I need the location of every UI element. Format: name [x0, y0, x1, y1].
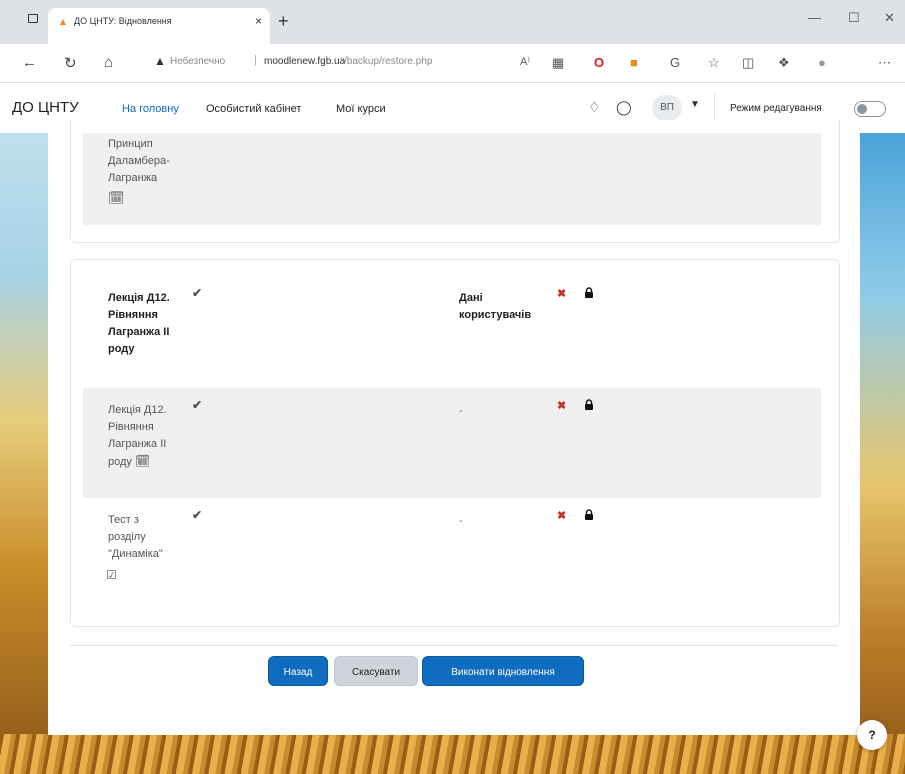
url-insecure-label: Небезпечно [170, 56, 226, 67]
label-line: розділу [108, 531, 146, 543]
site-brand[interactable]: ДО ЦНТУ [12, 99, 79, 116]
new-tab-icon[interactable]: + [278, 12, 289, 30]
chevron-down-icon[interactable]: ▼ [690, 99, 700, 110]
messages-icon[interactable]: ◯ [616, 99, 632, 116]
background-image-bottom [0, 734, 905, 774]
header-line: користувачів [459, 309, 532, 321]
previous-activity-label: Принцип Даламбера- Лагранжа [108, 136, 170, 187]
not-included-cross-icon: ✖ [557, 510, 567, 522]
warning-icon: ▲ [154, 54, 166, 68]
label-line: Даламбера- [108, 155, 170, 167]
user-data-value: - [459, 405, 463, 417]
background-image-right [860, 133, 905, 774]
lock-icon [585, 287, 593, 298]
browser-address-bar: ← ↻ ⌂ ▲ Небезпечно | moodlenew.fgb.ua /b… [0, 44, 905, 83]
section-card [70, 259, 840, 627]
maximize-icon[interactable]: ☐ [848, 10, 860, 26]
lesson-icon: 🗓 [108, 190, 125, 205]
back-button[interactable]: Назад [268, 656, 328, 686]
url-field[interactable]: ▲ Небезпечно | moodlenew.fgb.ua /backup/… [148, 50, 518, 76]
section-title: Лекція Д12. Рівняння Лагранжа II роду [108, 290, 170, 358]
header-line: Дані [459, 292, 483, 304]
user-data-value: - [459, 515, 463, 527]
app-available-icon[interactable]: ▦ [552, 55, 564, 71]
label-line: Рівняння [108, 421, 154, 433]
tab-title: ДО ЦНТУ: Відновлення [74, 16, 172, 26]
toggle-knob [857, 104, 867, 114]
refresh-icon[interactable]: ↻ [64, 54, 77, 72]
title-line: Рівняння [108, 309, 158, 321]
footer-divider [70, 645, 838, 646]
home-icon[interactable]: ⌂ [104, 54, 113, 71]
extensions-puzzle-icon[interactable]: ❖ [778, 55, 790, 71]
label-line: Тест з [108, 514, 139, 526]
notifications-bell-icon[interactable]: ♢ [588, 99, 601, 116]
included-check-icon[interactable]: ✔ [192, 286, 202, 300]
tab-close-icon[interactable]: × [255, 14, 262, 28]
collections-icon[interactable]: ◫ [742, 55, 754, 71]
grammar-extension-icon[interactable]: G [670, 55, 680, 70]
title-line: Лагранжа II [108, 326, 170, 338]
profile-icon[interactable]: ● [818, 55, 826, 70]
user-avatar[interactable]: ВП [652, 95, 682, 121]
perform-restore-button[interactable]: Виконати відновлення [422, 656, 584, 686]
browser-tab-bar: ▲ ДО ЦНТУ: Відновлення × + — ☐ ✕ [0, 0, 905, 44]
edit-mode-toggle[interactable] [854, 101, 886, 117]
extension-icon[interactable]: ■ [630, 55, 638, 70]
included-check-icon[interactable]: ✔ [192, 398, 202, 412]
nav-link-home[interactable]: На головну [122, 103, 179, 115]
previous-activity-row [83, 133, 821, 225]
lesson-icon: 🗓 [134, 454, 151, 468]
help-button[interactable]: ? [857, 720, 887, 750]
edit-mode-label: Режим редагування [730, 103, 822, 114]
browser-tab[interactable]: ▲ ДО ЦНТУ: Відновлення × [48, 8, 270, 44]
label-line: Принцип [108, 138, 153, 150]
label-line: "Динаміка" [108, 548, 163, 560]
lock-icon [585, 399, 593, 410]
lock-icon [585, 509, 593, 520]
more-menu-icon[interactable]: ⋯ [878, 55, 891, 71]
label-line: роду [108, 456, 132, 468]
nav-link-dashboard[interactable]: Особистий кабінет [206, 103, 301, 115]
not-included-cross-icon: ✖ [557, 288, 567, 300]
moodle-favicon-icon: ▲ [58, 17, 68, 28]
read-aloud-icon[interactable]: A⁾ [520, 55, 530, 68]
opera-extension-icon[interactable]: O [594, 55, 604, 70]
label-line: Лагранжа II [108, 438, 167, 450]
favorites-star-icon[interactable]: ☆ [708, 55, 720, 71]
back-arrow-icon[interactable]: ← [22, 54, 37, 71]
title-line: роду [108, 343, 135, 355]
minimize-icon[interactable]: — [808, 10, 821, 25]
activity-label-quiz: Тест з розділу "Динаміка" [108, 512, 163, 563]
previous-section-card [70, 120, 840, 243]
cancel-button[interactable]: Скасувати [334, 656, 418, 686]
nav-link-my-courses[interactable]: Мої курси [336, 103, 386, 115]
user-data-column-header: Дані користувачів [459, 290, 531, 324]
quiz-icon: ☑ [106, 568, 117, 582]
tab-actions-icon[interactable] [28, 14, 38, 23]
label-line: Лекція Д12. [108, 404, 167, 416]
url-separator: | [254, 54, 257, 66]
close-window-icon[interactable]: ✕ [884, 10, 895, 26]
included-check-icon[interactable]: ✔ [192, 508, 202, 522]
activity-label-lecture: Лекція Д12. Рівняння Лагранжа II роду 🗓 [108, 402, 167, 471]
navbar-divider [714, 93, 715, 123]
title-line: Лекція Д12. [108, 292, 170, 304]
url-path: /backup/restore.php [344, 56, 433, 67]
not-included-cross-icon: ✖ [557, 400, 567, 412]
label-line: Лагранжа [108, 172, 158, 184]
url-host: moodlenew.fgb.ua [264, 56, 346, 67]
